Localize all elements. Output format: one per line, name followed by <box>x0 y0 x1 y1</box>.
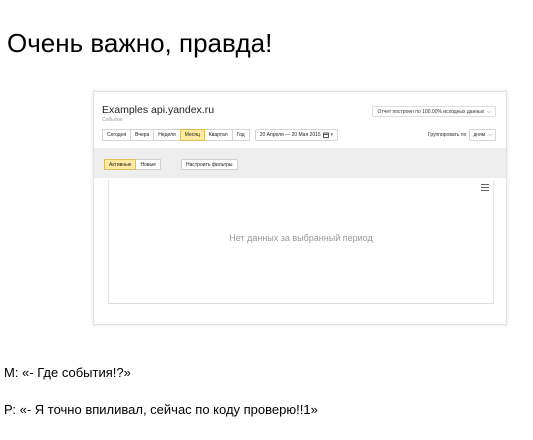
chevron-down-icon: ⌵ <box>488 132 492 138</box>
empty-state-message: Нет данных за выбранный период <box>229 233 373 243</box>
period-selector: Сегодня Вчера Неделя Месяц Квартал Год 2… <box>102 129 339 141</box>
report-accuracy-dropdown[interactable]: Отчет построен по 100.00% исходных данны… <box>372 106 496 117</box>
dialog-line-manager: М: «- Где события!?» <box>4 365 131 380</box>
app-title: Examples api.yandex.ru <box>102 104 215 116</box>
app-subtitle: События <box>102 117 123 123</box>
chevron-down-icon: ▾ <box>330 132 334 138</box>
calendar-icon <box>322 132 329 138</box>
date-range-picker[interactable]: 20 Апреля — 20 Мая 2015 ▾ <box>254 129 339 141</box>
group-by-label: Группировать по <box>427 132 467 138</box>
tab-active[interactable]: Активные <box>104 159 137 170</box>
period-week-button[interactable]: Неделя <box>153 129 181 141</box>
group-by-control: Группировать по дням ⌵ <box>428 129 496 141</box>
group-by-select[interactable]: дням ⌵ <box>469 129 496 141</box>
menu-icon[interactable] <box>481 184 489 191</box>
period-year-button[interactable]: Год <box>231 129 250 141</box>
filter-strip: Активные Новые Настроить фильтры <box>94 148 506 178</box>
period-month-button[interactable]: Месяц <box>179 129 205 141</box>
configure-filters-button[interactable]: Настроить фильтры <box>181 159 238 170</box>
app-screenshot: Examples api.yandex.ru События Отчет пос… <box>93 91 507 325</box>
period-quarter-button[interactable]: Квартал <box>203 129 233 141</box>
slide-title: Очень важно, правда! <box>7 28 273 58</box>
group-by-value: дням <box>473 132 486 138</box>
period-yesterday-button[interactable]: Вчера <box>130 129 155 141</box>
tab-new[interactable]: Новые <box>135 159 161 170</box>
date-range-text: 20 Апреля — 20 Мая 2015 <box>259 132 321 138</box>
chevron-down-icon: ⌵ <box>487 108 491 115</box>
data-table-panel: Нет данных за выбранный период <box>108 180 494 304</box>
segment-tabs: Активные Новые <box>104 159 161 170</box>
report-note-text: Отчет построен по 100.00% исходных данны… <box>377 108 485 115</box>
dialog-line-programmer: Р: «- Я точно впиливал, сейчас по коду п… <box>4 402 318 417</box>
period-today-button[interactable]: Сегодня <box>102 129 132 141</box>
